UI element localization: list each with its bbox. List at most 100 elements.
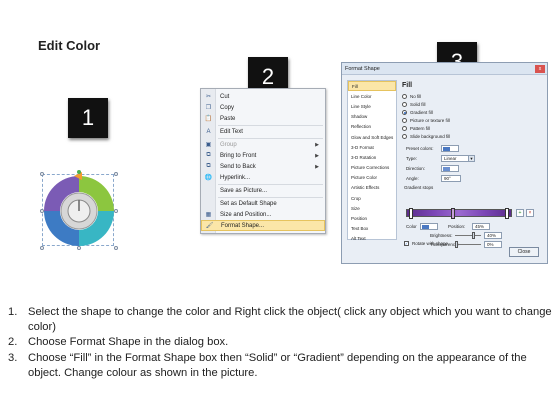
instruction-item: 2. Choose Format Shape in the dialog box…	[8, 336, 229, 349]
gradient-stop-handle[interactable]	[505, 208, 509, 219]
radio-button[interactable]	[402, 134, 407, 139]
radio-pattern-fill[interactable]: Pattern fill	[402, 126, 430, 131]
checkbox-checked-icon[interactable]: ✓	[404, 241, 409, 246]
nav-item-fill[interactable]: Fill	[348, 81, 396, 92]
menu-item-label: Hyperlink...	[220, 174, 251, 181]
nav-item-line-color[interactable]: Line Color	[348, 91, 396, 101]
fill-pane: Fill No fill Solid fill Gradient fill Pi…	[400, 80, 544, 248]
remove-stop-icon[interactable]: ×	[526, 209, 534, 217]
nav-item-glow[interactable]: Glow and Soft Edges	[348, 132, 396, 142]
radio-button[interactable]	[402, 118, 407, 123]
radio-picture-fill[interactable]: Picture or texture fill	[402, 118, 450, 123]
radio-no-fill[interactable]: No fill	[402, 94, 421, 99]
color-position-row: Color Position: 45%	[406, 223, 490, 230]
rotate-with-shape-row[interactable]: ✓ Rotate with shape	[404, 241, 448, 246]
stop-color-button[interactable]	[420, 223, 438, 230]
radio-button[interactable]	[402, 102, 407, 107]
menu-item-label: Cut	[220, 93, 230, 100]
context-menu: ✂ Cut ❐ Copy 📋 Paste A Edit Text ▣ Group…	[200, 88, 326, 234]
bring-to-front-icon: ⧉	[206, 152, 211, 158]
menu-item-bring-to-front[interactable]: ⧉ Bring to Front ▶	[201, 150, 325, 161]
menu-item-label: Copy	[220, 104, 235, 111]
transparency-input[interactable]: 0%	[484, 241, 502, 248]
gradient-stops-heading: Gradient stops	[404, 185, 434, 190]
nav-item-size[interactable]: Size	[348, 203, 396, 213]
nav-item-artistic-effects[interactable]: Artistic Effects	[348, 183, 396, 193]
preset-colors-button[interactable]	[441, 145, 459, 152]
format-shape-icon: 🖌	[205, 223, 214, 229]
nav-item-reflection[interactable]: Reflection	[348, 122, 396, 132]
nav-item-position[interactable]: Position	[348, 213, 396, 223]
copy-icon: ❐	[205, 105, 212, 111]
radio-gradient-fill[interactable]: Gradient fill	[402, 110, 433, 115]
nav-item-3d-rotation[interactable]: 3-D Rotation	[348, 152, 396, 162]
nav-item-crop[interactable]: Crop	[348, 193, 396, 203]
pane-heading: Fill	[402, 82, 413, 89]
brightness-slider[interactable]	[455, 232, 481, 239]
gradient-stops-bar[interactable]	[406, 208, 512, 219]
menu-item-cut[interactable]: ✂ Cut	[201, 91, 325, 102]
rotate-handle[interactable]	[77, 170, 81, 174]
menu-item-label: Group	[220, 141, 237, 148]
radio-button[interactable]	[402, 110, 407, 115]
instructions-list: 1. Select the shape to change the color …	[8, 305, 553, 381]
angle-input[interactable]: 90°	[441, 175, 461, 182]
menu-item-paste[interactable]: 📋 Paste	[201, 113, 325, 124]
direction-button[interactable]	[441, 165, 459, 172]
direction-icon	[443, 166, 450, 171]
close-icon[interactable]: x	[535, 65, 545, 73]
nav-item-picture-color[interactable]: Picture Color	[348, 173, 396, 183]
radio-slide-background-fill[interactable]: Slide background fill	[402, 134, 450, 139]
hyperlink-icon: 🌐	[204, 175, 213, 181]
nav-item-text-box[interactable]: Text Box	[348, 224, 396, 234]
brightness-row: Brightness: 40%	[430, 232, 502, 239]
type-select[interactable]: Linear ▼	[441, 155, 475, 162]
dialog-nav: Fill Line Color Line Style Shadow Reflec…	[347, 80, 397, 241]
position-label: Position:	[448, 224, 466, 229]
edit-text-icon: A	[206, 128, 211, 135]
nav-item-picture-corrections[interactable]: Picture Corrections	[348, 163, 396, 173]
menu-item-save-as-picture[interactable]: Save as Picture...	[201, 185, 325, 196]
position-input[interactable]: 45%	[472, 223, 490, 230]
menu-item-label: Bring to Front	[220, 152, 257, 159]
nav-item-line-style[interactable]: Line Style	[348, 101, 396, 111]
menu-item-size-position[interactable]: ▦ Size and Position...	[201, 209, 325, 220]
cycle-shape[interactable]	[38, 170, 120, 252]
nav-item-alt-text[interactable]: Alt Text	[348, 234, 396, 244]
menu-item-label: Send to Back	[220, 163, 256, 170]
size-position-icon: ▦	[205, 212, 212, 218]
transparency-slider[interactable]	[455, 241, 481, 248]
format-shape-dialog: Format Shape x Fill Line Color Line Styl…	[341, 62, 548, 264]
type-row: Type: Linear ▼	[406, 155, 475, 162]
paste-icon: 📋	[204, 116, 213, 122]
menu-item-set-default-shape[interactable]: Set as Default Shape	[201, 198, 325, 209]
nav-item-3d-format[interactable]: 3-D Format	[348, 142, 396, 152]
nav-item-shadow[interactable]: Shadow	[348, 112, 396, 122]
gradient-stop-handle[interactable]	[451, 208, 455, 219]
menu-item-edit-text[interactable]: A Edit Text	[201, 126, 325, 137]
scissors-icon: ✂	[205, 94, 212, 100]
dialog-titlebar: Format Shape	[342, 63, 547, 75]
angle-label: Angle:	[406, 176, 419, 181]
close-button[interactable]: Close	[509, 247, 539, 257]
brightness-input[interactable]: 40%	[484, 232, 502, 239]
radio-solid-fill[interactable]: Solid fill	[402, 102, 426, 107]
radio-button[interactable]	[402, 126, 407, 131]
menu-item-label: Format Shape...	[221, 222, 265, 229]
submenu-arrow-icon: ▶	[315, 141, 319, 148]
brightness-label: Brightness:	[430, 233, 453, 238]
slider-thumb[interactable]	[455, 241, 458, 248]
menu-item-label: Size and Position...	[220, 211, 272, 218]
direction-row: Direction:	[406, 165, 459, 172]
submenu-arrow-icon: ▶	[315, 152, 319, 159]
menu-item-format-shape[interactable]: 🖌 Format Shape...	[201, 220, 325, 231]
menu-item-hyperlink[interactable]: 🌐 Hyperlink...	[201, 172, 325, 183]
menu-item-group[interactable]: ▣ Group ▶	[201, 139, 325, 150]
radio-button[interactable]	[402, 94, 407, 99]
dialog-title: Format Shape	[345, 65, 380, 72]
menu-item-send-to-back[interactable]: ⧉ Send to Back ▶	[201, 161, 325, 172]
add-stop-icon[interactable]: +	[516, 209, 524, 217]
menu-item-copy[interactable]: ❐ Copy	[201, 102, 325, 113]
gradient-stop-handle[interactable]	[409, 208, 413, 219]
slider-thumb[interactable]	[472, 232, 475, 239]
